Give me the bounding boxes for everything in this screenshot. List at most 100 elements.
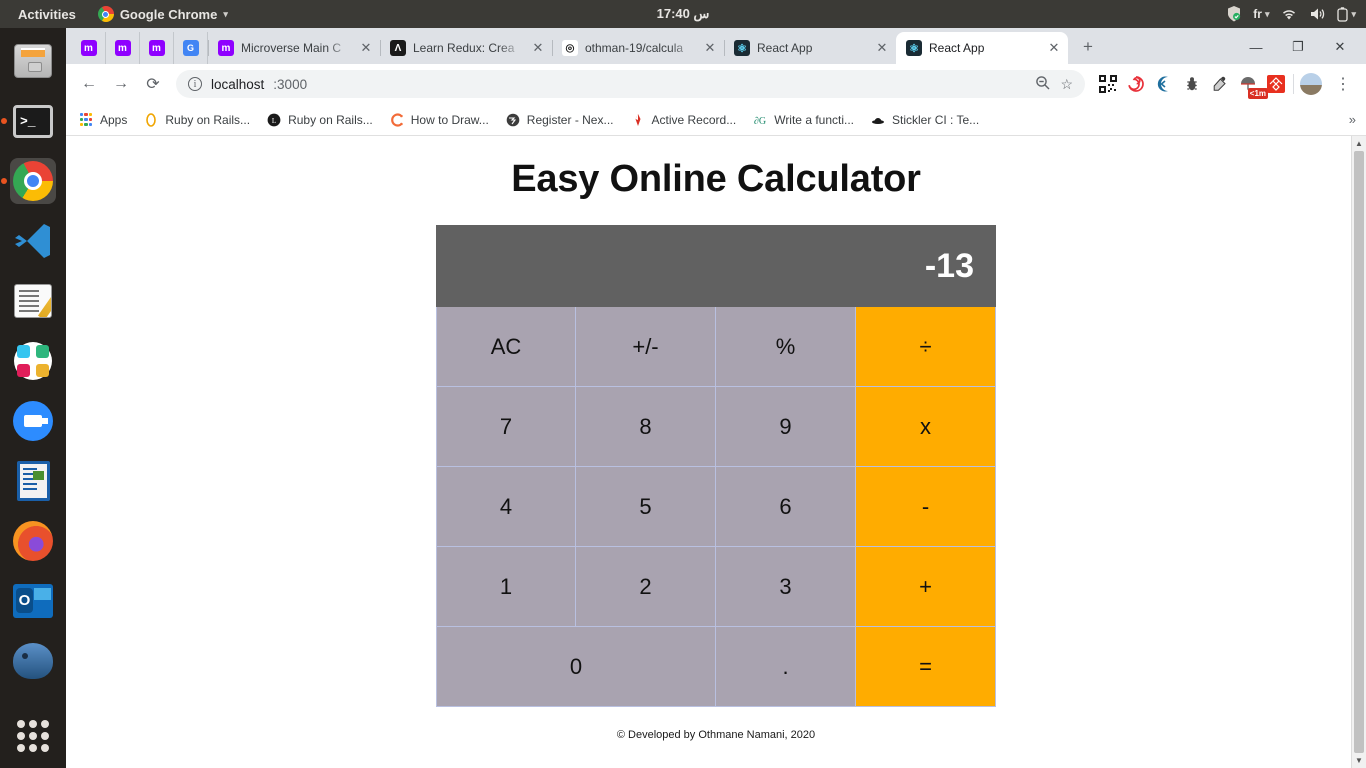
battery-icon[interactable]: ▾ <box>1337 6 1356 22</box>
dock-item-firefox[interactable] <box>10 518 56 564</box>
volume-icon[interactable] <box>1309 7 1325 21</box>
crescent-extension-icon[interactable] <box>1153 73 1175 95</box>
maximize-button[interactable]: ❐ <box>1278 32 1318 62</box>
back-button[interactable]: ← <box>74 69 104 99</box>
close-icon[interactable]: ✕ <box>530 40 546 56</box>
dock-item-text-editor[interactable] <box>10 278 56 324</box>
pinned-tab-microverse-3[interactable]: m <box>140 32 174 64</box>
key-multiply[interactable]: x <box>856 387 996 467</box>
pinned-tab-microverse-1[interactable]: m <box>72 32 106 64</box>
forward-button[interactable]: → <box>106 69 136 99</box>
pinned-tab-google-translate[interactable]: G <box>174 32 208 64</box>
tab-react-app-2[interactable]: ⚛ React App ✕ <box>896 32 1068 64</box>
key-5[interactable]: 5 <box>576 467 716 547</box>
close-icon[interactable]: ✕ <box>874 40 890 56</box>
tab-react-app-1[interactable]: ⚛ React App ✕ <box>724 32 896 64</box>
scroll-down-arrow[interactable]: ▼ <box>1352 753 1366 768</box>
zoom-icon <box>13 401 53 441</box>
key-equals[interactable]: = <box>856 627 996 707</box>
dock-item-files[interactable] <box>10 38 56 84</box>
key-2[interactable]: 2 <box>576 547 716 627</box>
umbrella-timer-extension-icon[interactable]: <1m <box>1237 73 1268 99</box>
tab-github-calculator[interactable]: ⌾ othman-19/calcula ✕ <box>552 32 724 64</box>
dock-item-thunderbird[interactable] <box>10 638 56 684</box>
bookmarks-overflow-button[interactable]: » <box>1349 112 1356 127</box>
address-bar[interactable]: i localhost:3000 ☆ <box>176 70 1085 98</box>
keyboard-language-indicator[interactable]: fr ▾ <box>1253 7 1269 21</box>
bug-extension-icon[interactable] <box>1181 73 1203 95</box>
vscode-icon <box>13 222 53 260</box>
shield-icon[interactable] <box>1227 6 1241 22</box>
bookmark-ruby-on-rails-2[interactable]: L Ruby on Rails... <box>266 112 373 128</box>
browser-toolbar: ← → ⟳ i localhost:3000 ☆ <1m ⋮ <box>66 64 1366 104</box>
key-8[interactable]: 8 <box>576 387 716 467</box>
bookmark-how-to-draw[interactable]: How to Draw... <box>389 112 489 128</box>
close-window-button[interactable]: ✕ <box>1320 32 1360 62</box>
close-icon[interactable]: ✕ <box>702 40 718 56</box>
reload-button[interactable]: ⟳ <box>138 69 168 99</box>
microverse-icon: m <box>148 40 165 56</box>
dock-item-outlook[interactable] <box>10 578 56 624</box>
dock-item-slack[interactable] <box>10 338 56 384</box>
red-spiral-extension-icon[interactable] <box>1125 73 1147 95</box>
react-icon: ⚛ <box>734 40 750 56</box>
key-9[interactable]: 9 <box>716 387 856 467</box>
bookmark-active-record[interactable]: Active Record... <box>630 112 736 128</box>
dock-item-libreoffice-writer[interactable] <box>10 458 56 504</box>
key-4[interactable]: 4 <box>436 467 576 547</box>
active-record-icon <box>630 112 646 128</box>
dock-item-visual-studio-code[interactable] <box>10 218 56 264</box>
dock-item-google-chrome[interactable] <box>10 158 56 204</box>
key-ac[interactable]: AC <box>436 307 576 387</box>
key-add[interactable]: + <box>856 547 996 627</box>
key-decimal[interactable]: . <box>716 627 856 707</box>
pinned-tab-microverse-2[interactable]: m <box>106 32 140 64</box>
chrome-menu-button[interactable]: ⋮ <box>1328 69 1358 99</box>
key-6[interactable]: 6 <box>716 467 856 547</box>
calculator-keypad: AC +/- % ÷ 7 8 9 x 4 5 6 - 1 2 3 + 0 . = <box>436 307 996 707</box>
tab-title: othman-19/calcula <box>585 41 684 55</box>
tab-microverse-main[interactable]: m Microverse Main C ✕ <box>208 32 380 64</box>
eyedropper-extension-icon[interactable] <box>1209 73 1231 95</box>
scrollbar-thumb[interactable] <box>1354 151 1364 753</box>
chevron-down-icon: ▾ <box>1351 8 1356 19</box>
calculator: -13 AC +/- % ÷ 7 8 9 x 4 5 6 - 1 2 3 + 0… <box>436 225 996 741</box>
page-scrollbar[interactable]: ▲ ▼ <box>1351 136 1366 768</box>
qr-code-extension-icon[interactable] <box>1097 73 1119 95</box>
apps-grid-icon <box>78 112 94 128</box>
key-divide[interactable]: ÷ <box>856 307 996 387</box>
google-translate-icon: G <box>182 40 199 56</box>
key-percent[interactable]: % <box>716 307 856 387</box>
key-1[interactable]: 1 <box>436 547 576 627</box>
red-square-extension-icon[interactable] <box>1265 73 1287 95</box>
bookmark-stickler-ci[interactable]: Stickler CI : Te... <box>870 112 979 128</box>
minimize-button[interactable]: — <box>1236 32 1276 62</box>
extensions-bar: <1m ⋮ <box>1093 69 1358 99</box>
app-menu-google-chrome[interactable]: Google Chrome ▾ <box>97 6 228 22</box>
profile-avatar[interactable] <box>1300 73 1322 95</box>
slack-icon <box>14 342 52 380</box>
bookmark-register-nex[interactable]: Register - Nex... <box>505 112 614 128</box>
close-icon[interactable]: ✕ <box>1046 40 1062 56</box>
calculator-display: -13 <box>436 225 996 307</box>
new-tab-button[interactable]: + <box>1074 33 1102 61</box>
bookmark-apps[interactable]: Apps <box>78 112 127 128</box>
bookmark-ruby-on-rails-1[interactable]: Ruby on Rails... <box>143 112 250 128</box>
tab-learn-redux[interactable]: Λ Learn Redux: Crea ✕ <box>380 32 552 64</box>
wifi-icon[interactable] <box>1281 8 1297 21</box>
dock-item-zoom[interactable] <box>10 398 56 444</box>
close-icon[interactable]: ✕ <box>358 40 374 56</box>
scroll-up-arrow[interactable]: ▲ <box>1352 136 1366 151</box>
key-3[interactable]: 3 <box>716 547 856 627</box>
activities-button[interactable]: Activities <box>10 7 84 22</box>
key-7[interactable]: 7 <box>436 387 576 467</box>
bookmark-star-icon[interactable]: ☆ <box>1060 76 1073 93</box>
key-subtract[interactable]: - <box>856 467 996 547</box>
bookmark-write-a-function[interactable]: ∂G Write a functi... <box>752 112 854 128</box>
zoom-out-icon[interactable] <box>1035 75 1050 93</box>
show-applications-icon[interactable] <box>17 720 49 752</box>
key-plus-minus[interactable]: +/- <box>576 307 716 387</box>
key-0[interactable]: 0 <box>436 627 716 707</box>
dock-item-terminal[interactable]: >_ <box>10 98 56 144</box>
site-info-icon[interactable]: i <box>188 77 202 91</box>
